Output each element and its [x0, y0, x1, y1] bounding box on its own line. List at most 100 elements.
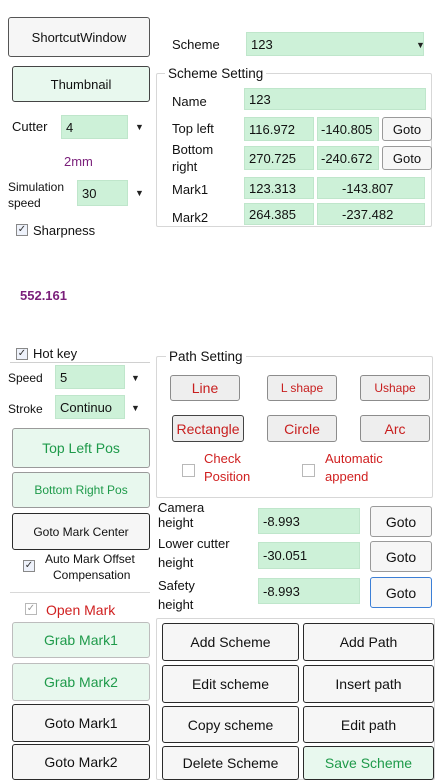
circle-button[interactable]: Circle — [267, 415, 337, 442]
name-label: Name — [172, 94, 207, 109]
sim-speed-select[interactable]: 30 — [77, 180, 128, 206]
mark2-y-value: -237.482 — [342, 206, 394, 222]
scheme-label: Scheme — [172, 37, 220, 52]
cutter-select[interactable]: 4 — [61, 115, 128, 139]
sim-speed-dropdown-arrow-icon[interactable]: ▼ — [135, 188, 144, 198]
l-shape-button[interactable]: L shape — [267, 375, 337, 401]
goto-mark1-button[interactable]: Goto Mark1 — [12, 704, 150, 742]
bottom-right-x-value: 270.725 — [249, 150, 296, 166]
speed-select[interactable]: 5 — [55, 365, 125, 389]
name-field[interactable]: 123 — [244, 88, 426, 110]
speed-dropdown-arrow-icon[interactable]: ▼ — [131, 373, 140, 383]
sharpness-label: Sharpness — [33, 223, 96, 238]
goto-mark-center-button[interactable]: Goto Mark Center — [12, 513, 150, 550]
name-field-value: 123 — [249, 91, 271, 107]
hotkey-label: Hot key — [33, 346, 78, 361]
line-button[interactable]: Line — [170, 375, 240, 401]
bottom-right-label-line1: Bottom — [172, 142, 214, 157]
edit-scheme-button[interactable]: Edit scheme — [162, 665, 299, 703]
safety-height-goto-button[interactable]: Goto — [370, 577, 432, 608]
hotkey-checkbox[interactable]: ✓ — [16, 348, 28, 360]
lower-cutter-height-goto-button[interactable]: Goto — [370, 541, 432, 572]
automatic-append-checkbox[interactable] — [302, 464, 315, 477]
mark1-x-field[interactable]: 123.313 — [244, 177, 314, 199]
lower-cutter-height-label-line1: Lower cutter — [158, 536, 230, 551]
add-scheme-button[interactable]: Add Scheme — [162, 623, 299, 661]
open-mark-divider — [10, 592, 150, 593]
thumbnail-button[interactable]: Thumbnail — [12, 66, 150, 102]
goto-mark2-button[interactable]: Goto Mark2 — [12, 744, 150, 780]
mark2-y-field[interactable]: -237.482 — [317, 203, 425, 225]
bottom-right-x-field[interactable]: 270.725 — [244, 146, 314, 170]
bottom-right-y-field[interactable]: -240.672 — [317, 146, 379, 170]
auto-mark-offset-label-line1: Auto Mark Offset — [45, 552, 135, 566]
scheme-select-value: 123 — [251, 36, 273, 52]
top-left-x-field[interactable]: 116.972 — [244, 117, 314, 141]
safety-height-label-line1: Safety — [158, 578, 195, 593]
arc-button[interactable]: Arc — [360, 415, 430, 442]
bottom-right-label-line2: right — [172, 159, 198, 174]
sharpness-checkbox[interactable]: ✓ — [16, 224, 28, 236]
top-left-x-value: 116.972 — [249, 121, 296, 137]
mark1-label: Mark1 — [172, 182, 209, 197]
top-left-y-value: -140.805 — [321, 121, 373, 137]
automatic-append-label-line1: Automatic — [325, 451, 383, 466]
add-path-button[interactable]: Add Path — [303, 623, 434, 661]
mark1-y-value: -143.807 — [342, 180, 394, 196]
open-mark-checkbox[interactable]: ✓ — [25, 603, 37, 615]
mark2-label: Mark2 — [172, 210, 209, 225]
auto-mark-offset-checkbox[interactable]: ✓ — [23, 560, 35, 572]
sim-speed-label-line2: speed — [8, 196, 41, 210]
safety-height-field[interactable]: -8.993 — [258, 578, 360, 604]
lower-cutter-height-field[interactable]: -30.051 — [258, 542, 360, 569]
grab-mark1-button[interactable]: Grab Mark1 — [12, 622, 150, 658]
check-position-checkbox[interactable] — [182, 464, 195, 477]
check-position-label-line2: Position — [204, 469, 251, 484]
edit-path-button[interactable]: Edit path — [303, 706, 434, 743]
insert-path-button[interactable]: Insert path — [303, 665, 434, 703]
sim-speed-label-line1: Simulation — [8, 180, 65, 194]
lower-cutter-height-label-line2: height — [158, 555, 194, 570]
camera-height-goto-button[interactable]: Goto — [370, 506, 432, 537]
hotkey-divider — [10, 362, 150, 363]
safety-height-label-line2: height — [158, 597, 194, 612]
safety-height-value: -8.993 — [263, 583, 300, 599]
camera-height-value: -8.993 — [263, 513, 300, 529]
grab-mark2-button[interactable]: Grab Mark2 — [12, 663, 150, 701]
copy-scheme-button[interactable]: Copy scheme — [162, 706, 299, 743]
top-left-y-field[interactable]: -140.805 — [317, 117, 379, 141]
mark1-y-field[interactable]: -143.807 — [317, 177, 425, 199]
camera-height-field[interactable]: -8.993 — [258, 508, 360, 534]
mark2-x-field[interactable]: 264.385 — [244, 203, 314, 225]
cutter-label: Cutter — [12, 119, 48, 134]
check-position-label-line1: Check — [204, 451, 241, 466]
stroke-select[interactable]: Continuo — [55, 395, 125, 419]
shortcut-window-button[interactable]: ShortcutWindow — [8, 17, 150, 57]
camera-height-label-line2: height — [158, 515, 194, 530]
scheme-dropdown-arrow-icon[interactable]: ▼ — [416, 40, 425, 50]
top-left-goto-button[interactable]: Goto — [382, 117, 432, 141]
top-left-pos-button[interactable]: Top Left Pos — [12, 428, 150, 468]
bottom-right-y-value: -240.672 — [321, 150, 373, 166]
cutter-size-label: 2mm — [64, 154, 93, 169]
stroke-label: Stroke — [8, 402, 43, 416]
delete-scheme-button[interactable]: Delete Scheme — [162, 746, 299, 780]
sharpness-value: 552.161 — [20, 288, 67, 303]
auto-mark-offset-label-line2: Compensation — [53, 568, 131, 582]
cutter-dropdown-arrow-icon[interactable]: ▼ — [135, 122, 144, 132]
camera-height-label-line1: Camera — [158, 500, 205, 515]
top-left-label: Top left — [172, 121, 214, 136]
bottom-right-goto-button[interactable]: Goto — [382, 146, 432, 170]
save-scheme-button[interactable]: Save Scheme — [303, 746, 434, 780]
rectangle-button[interactable]: Rectangle — [172, 415, 244, 442]
mark2-x-value: 264.385 — [249, 206, 296, 222]
bottom-right-pos-button[interactable]: Bottom Right Pos — [12, 472, 150, 508]
u-shape-button[interactable]: Ushape — [360, 375, 430, 401]
open-mark-label: Open Mark — [46, 602, 116, 618]
speed-select-value: 5 — [60, 369, 68, 385]
mark1-x-value: 123.313 — [249, 180, 296, 196]
stroke-dropdown-arrow-icon[interactable]: ▼ — [131, 403, 140, 413]
lower-cutter-height-value: -30.051 — [263, 548, 308, 563]
stroke-select-value: Continuo — [60, 399, 113, 415]
scheme-select[interactable]: 123 — [246, 32, 424, 56]
